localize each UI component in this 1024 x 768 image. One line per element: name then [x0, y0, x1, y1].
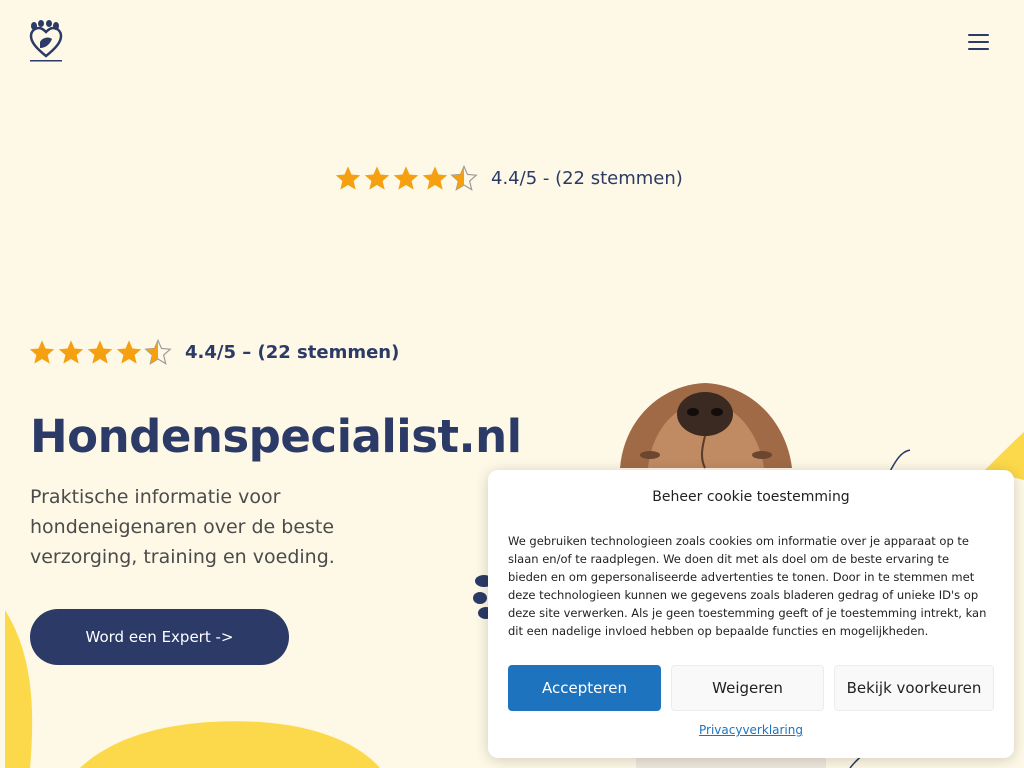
view-preferences-button[interactable]: Bekijk voorkeuren [834, 665, 994, 711]
star-full-icon[interactable] [392, 164, 420, 192]
star-full-icon[interactable] [57, 338, 85, 366]
menu-toggle-button[interactable] [966, 32, 992, 54]
cookie-body-text: We gebruiken technologieen zoals cookies… [508, 534, 987, 638]
yellow-blob-bottom [80, 721, 380, 768]
cookie-consent-dialog: Beheer cookie toestemming We gebruiken t… [488, 470, 1014, 758]
star-full-icon[interactable] [28, 338, 56, 366]
hero-title: Hondenspecialist.nl [30, 410, 522, 463]
star-half-icon[interactable] [450, 164, 478, 192]
cookie-title: Beheer cookie toestemming [652, 489, 850, 505]
site-logo[interactable] [28, 20, 64, 64]
star-full-icon[interactable] [421, 164, 449, 192]
cta-button[interactable]: Word een Expert -> [30, 609, 289, 665]
star-rating[interactable] [28, 338, 172, 366]
deny-button[interactable]: Weigeren [671, 665, 824, 711]
star-rating[interactable] [334, 164, 478, 192]
rating-text: 4.4/5 - (22 stemmen) [491, 167, 683, 189]
star-full-icon[interactable] [115, 338, 143, 366]
accept-button[interactable]: Accepteren [508, 665, 661, 711]
star-half-icon[interactable] [144, 338, 172, 366]
yellow-blob-left [5, 610, 33, 768]
rating-text: 4.4/5 – (22 stemmen) [185, 341, 400, 363]
privacy-statement-link[interactable]: Privacyverklaring [488, 723, 1014, 737]
rating-hero: 4.4/5 – (22 stemmen) [28, 336, 399, 368]
rating-top: 4.4/5 - (22 stemmen) [334, 162, 683, 194]
paw-dot [473, 592, 487, 604]
hamburger-menu-icon [968, 41, 989, 43]
dog-paw-heart-logo-icon [29, 20, 63, 62]
star-full-icon[interactable] [363, 164, 391, 192]
hero-subtitle: Praktische informatie voor hondeneigenar… [30, 486, 335, 568]
star-full-icon[interactable] [86, 338, 114, 366]
hamburger-menu-icon [968, 34, 989, 36]
site-header [0, 0, 1024, 90]
hamburger-menu-icon [968, 48, 989, 50]
star-full-icon[interactable] [334, 164, 362, 192]
